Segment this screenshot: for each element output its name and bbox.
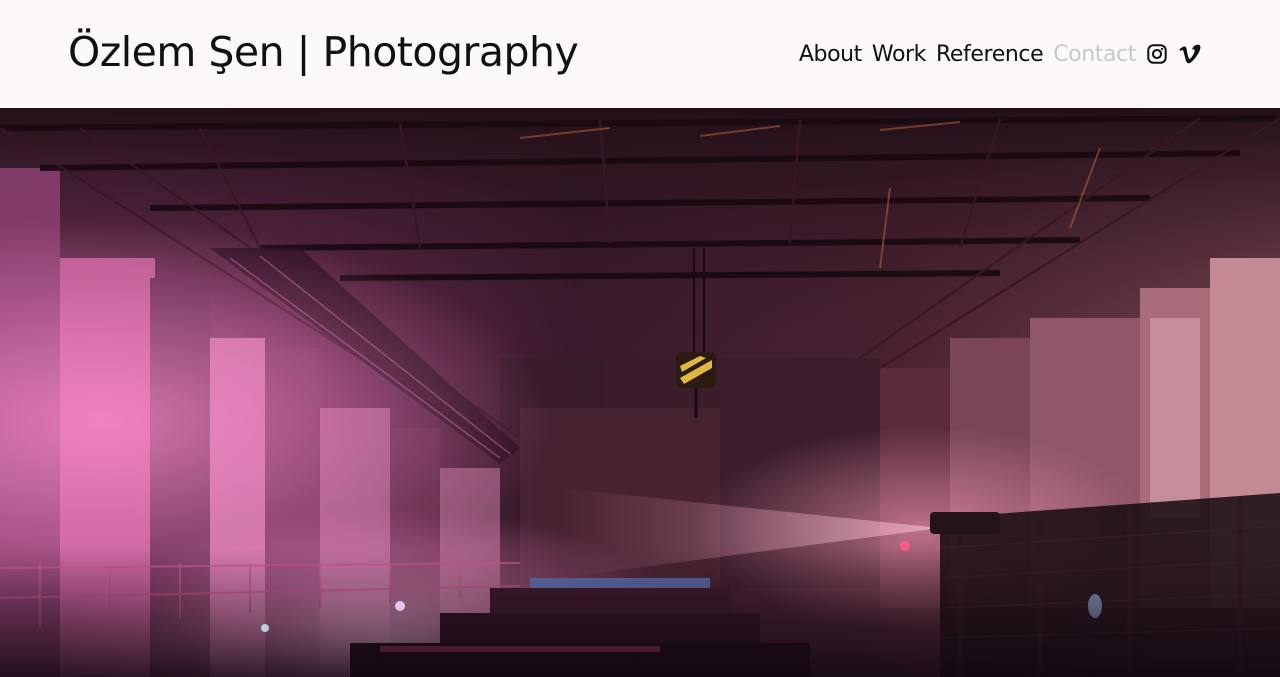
- hero-image: [0, 108, 1280, 677]
- nav-link-reference[interactable]: Reference: [936, 42, 1044, 67]
- vimeo-icon: [1179, 44, 1201, 64]
- instagram-icon: [1147, 44, 1167, 64]
- hero-photo: [0, 108, 1280, 677]
- site-header: Özlem Şen | Photography About Work Refer…: [0, 0, 1280, 108]
- main-nav: About Work Reference Contact: [799, 36, 1202, 72]
- nav-link-about[interactable]: About: [799, 42, 862, 67]
- instagram-link[interactable]: [1146, 43, 1168, 65]
- nav-link-contact[interactable]: Contact: [1053, 42, 1136, 67]
- vimeo-link[interactable]: [1178, 43, 1202, 65]
- site-title[interactable]: Özlem Şen | Photography: [68, 24, 579, 80]
- nav-link-work[interactable]: Work: [872, 42, 927, 67]
